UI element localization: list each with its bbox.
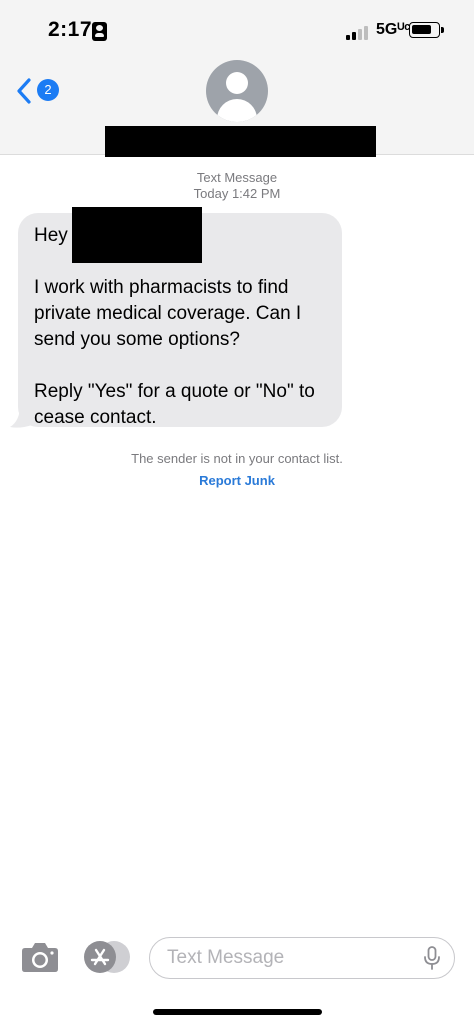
app-store-button[interactable] xyxy=(84,941,130,973)
home-indicator xyxy=(153,1009,322,1015)
message-paragraph: Reply "Yes" for a quote or "No" to cease… xyxy=(34,381,315,428)
camera-button[interactable] xyxy=(21,941,59,973)
back-button[interactable]: 2 xyxy=(16,76,66,108)
conversation-meta: Text Message Today 1:42 PM xyxy=(0,170,474,202)
unknown-sender-note: The sender is not in your contact list. xyxy=(131,451,343,466)
unread-count-badge: 2 xyxy=(37,79,59,101)
status-time: 2:17 xyxy=(48,18,93,41)
chevron-left-icon xyxy=(17,78,31,104)
battery-level xyxy=(412,25,431,34)
message-input-placeholder: Text Message xyxy=(167,947,285,968)
microphone-icon[interactable] xyxy=(423,946,441,970)
contact-avatar[interactable] xyxy=(206,60,268,122)
status-bar: 2:17 5Gᵁᶜ xyxy=(0,0,474,60)
person-icon xyxy=(226,72,248,94)
cellular-signal-icon xyxy=(346,24,372,40)
message-input[interactable]: Text Message xyxy=(149,937,455,979)
battery-icon xyxy=(409,22,440,38)
bubble-tail xyxy=(10,405,32,428)
report-junk-link[interactable]: Report Junk xyxy=(0,473,474,488)
battery-tip xyxy=(441,27,444,33)
conversation-header: 2:17 5Gᵁᶜ 2 xyxy=(0,0,474,157)
camera-icon xyxy=(22,943,58,972)
network-type: 5Gᵁᶜ xyxy=(376,21,411,38)
contact-name-redacted[interactable] xyxy=(105,126,376,157)
redacted-recipient-name xyxy=(72,207,202,263)
service-label: Text Message xyxy=(196,170,278,185)
contact-card-icon xyxy=(92,22,107,41)
person-icon-body xyxy=(217,99,257,122)
app-store-icon xyxy=(84,941,116,973)
message-paragraph: I work with pharmacists to find private … xyxy=(34,277,302,350)
message-timestamp: Today 1:42 PM xyxy=(193,186,281,201)
